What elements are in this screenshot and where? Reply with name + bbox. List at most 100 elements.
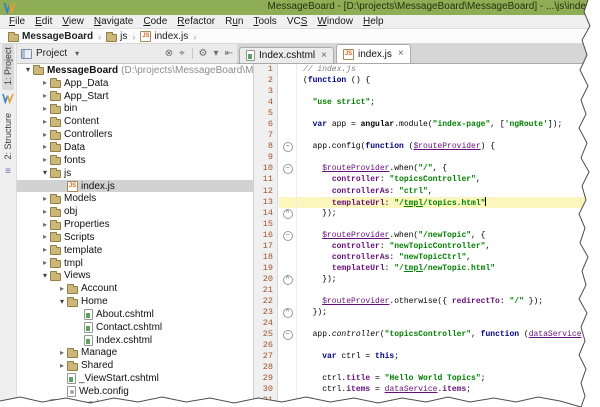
tree-row-fonts[interactable]: ▸fonts [17, 154, 253, 167]
code-line-9[interactable] [279, 152, 600, 163]
tab-index.cshtml[interactable]: Index.cshtml× [239, 47, 334, 63]
chevron-collapsed-icon[interactable]: ▸ [40, 142, 50, 152]
fold-close-icon[interactable]: ^ [279, 307, 297, 318]
tree-row-contact.cshtml[interactable]: Contact.cshtml [17, 321, 253, 334]
code-line-21[interactable] [279, 285, 600, 296]
code-line-30[interactable]: ctrl.items = dataService.items; [279, 384, 600, 395]
chevron-collapsed-icon[interactable]: ▸ [40, 232, 50, 242]
chevron-collapsed-icon[interactable]: ▸ [40, 155, 50, 165]
menu-run[interactable]: Run [220, 16, 248, 27]
tree-row-about.cshtml[interactable]: About.cshtml [17, 308, 253, 321]
menu-edit[interactable]: Edit [30, 16, 57, 27]
tree-row-properties[interactable]: ▸Properties [17, 218, 253, 231]
code-line-27[interactable]: var ctrl = this; [279, 351, 600, 362]
tree-row-app_start[interactable]: ▸App_Start [17, 90, 253, 103]
code-line-31[interactable] [279, 395, 600, 406]
tree-row-favicon.ico[interactable]: favicon.ico [17, 398, 253, 407]
code-line-4[interactable]: "use strict"; [279, 97, 600, 108]
chevron-collapsed-icon[interactable]: ▸ [40, 194, 50, 204]
tree-row-js[interactable]: ▾js [17, 167, 253, 180]
chevron-expanded-icon[interactable]: ▾ [23, 65, 33, 75]
code-line-26[interactable] [279, 340, 600, 351]
gear-caret-icon[interactable]: ▾ [210, 48, 222, 60]
code-line-11[interactable]: controller: "topicsController", [279, 174, 600, 185]
tree-row-controllers[interactable]: ▸Controllers [17, 128, 253, 141]
tree-row-_viewstart.cshtml[interactable]: _ViewStart.cshtml [17, 372, 253, 385]
fold-open-icon[interactable]: − [279, 329, 297, 340]
menu-help[interactable]: Help [358, 16, 389, 27]
chevron-collapsed-icon[interactable]: ▸ [57, 348, 67, 358]
chevron-down-icon[interactable]: ▾ [75, 49, 79, 58]
chevron-expanded-icon[interactable]: ▾ [57, 297, 67, 307]
tree-row-shared[interactable]: ▸Shared [17, 359, 253, 372]
tree-row-index.js[interactable]: JSindex.js [17, 180, 253, 193]
code-line-15[interactable] [279, 219, 600, 230]
fold-open-icon[interactable]: − [279, 163, 297, 174]
code-line-1[interactable]: // index.js [279, 64, 600, 75]
hide-panel-icon[interactable]: ⇤ [223, 48, 235, 60]
code-editor[interactable]: 1234567891011121314151617181920212223242… [254, 64, 600, 407]
settings-gear-icon[interactable]: ⚙ [197, 48, 209, 60]
fold-close-icon[interactable]: ^ [279, 274, 297, 285]
tool-window-button-project[interactable]: 1: Project [2, 44, 14, 90]
close-tab-icon[interactable]: × [398, 49, 404, 59]
chevron-collapsed-icon[interactable]: ▸ [40, 104, 50, 114]
fold-open-icon[interactable]: − [279, 141, 297, 152]
code-line-10[interactable]: − $routeProvider.when("/", { [279, 163, 600, 174]
code-line-25[interactable]: − app.controller("topicsController", fun… [279, 329, 600, 340]
chevron-collapsed-icon[interactable]: ▸ [40, 258, 50, 268]
tree-row-app_data[interactable]: ▸App_Data [17, 77, 253, 90]
tree-row-web.config[interactable]: Web.config [17, 385, 253, 398]
breadcrumb-item-messageboard[interactable]: MessageBoard [6, 31, 95, 42]
chevron-collapsed-icon[interactable]: ▸ [40, 220, 50, 230]
code-line-2[interactable]: (function () { [279, 75, 600, 86]
tree-row-data[interactable]: ▸Data [17, 141, 253, 154]
tree-row-models[interactable]: ▸Models [17, 192, 253, 205]
tree-row-manage[interactable]: ▸Manage [17, 347, 253, 360]
chevron-collapsed-icon[interactable]: ▸ [57, 284, 67, 294]
tree-row-messageboard[interactable]: ▾MessageBoard (D:\projects\MessageBoard\… [17, 64, 253, 77]
code-line-16[interactable]: − $routeProvider.when("/newTopic", { [279, 230, 600, 241]
code-line-13[interactable]: templateUrl: "/tmpl/topics.html" [279, 197, 600, 208]
code-line-19[interactable]: templateUrl: "/tmpl/newTopic.html" [279, 263, 600, 274]
code-line-18[interactable]: controllerAs: "newTopicCtrl", [279, 252, 600, 263]
code-line-23[interactable]: ^ }); [279, 307, 600, 318]
code-line-5[interactable] [279, 108, 600, 119]
fold-open-icon[interactable]: − [279, 230, 297, 241]
chevron-expanded-icon[interactable]: ▾ [40, 271, 50, 281]
tree-row-content[interactable]: ▸Content [17, 115, 253, 128]
tree-row-bin[interactable]: ▸bin [17, 103, 253, 116]
menu-window[interactable]: Window [312, 16, 358, 27]
menu-file[interactable]: File [4, 16, 30, 27]
code-line-24[interactable] [279, 318, 600, 329]
tree-row-obj[interactable]: ▸obj [17, 205, 253, 218]
close-circle-icon[interactable]: ⊗ [163, 48, 175, 60]
chevron-expanded-icon[interactable]: ▾ [40, 168, 50, 178]
code-line-22[interactable]: $routeProvider.otherwise({ redirectTo: "… [279, 296, 600, 307]
tool-window-button-structure[interactable]: 2: Structure [2, 110, 14, 165]
tree-row-index.cshtml[interactable]: Index.cshtml [17, 334, 253, 347]
tree-row-tmpl[interactable]: ▸tmpl [17, 257, 253, 270]
chevron-collapsed-icon[interactable]: ▸ [40, 130, 50, 140]
locate-icon[interactable]: ⌖ [176, 48, 188, 60]
menu-vcs[interactable]: VCS [282, 16, 313, 27]
tab-index.js[interactable]: JSindex.js× [336, 44, 411, 63]
menu-refactor[interactable]: Refactor [172, 16, 220, 27]
chevron-collapsed-icon[interactable]: ▸ [40, 245, 50, 255]
code-line-20[interactable]: ^ }); [279, 274, 600, 285]
code-line-29[interactable]: ctrl.title = "Hello World Topics"; [279, 373, 600, 384]
code-line-8[interactable]: − app.config(function ($routeProvider) { [279, 141, 600, 152]
code-line-12[interactable]: controllerAs: "ctrl", [279, 186, 600, 197]
chevron-collapsed-icon[interactable]: ▸ [40, 207, 50, 217]
code-line-17[interactable]: controller: "newTopicController", [279, 241, 600, 252]
code-line-14[interactable]: ^ }); [279, 208, 600, 219]
chevron-collapsed-icon[interactable]: ▸ [57, 361, 67, 371]
menu-tools[interactable]: Tools [248, 16, 281, 27]
code-line-7[interactable] [279, 130, 600, 141]
breadcrumb-item-js[interactable]: js [104, 31, 129, 42]
code-area[interactable]: // index.js(function () { "use strict"; … [279, 64, 600, 407]
menu-code[interactable]: Code [138, 16, 172, 27]
code-line-3[interactable] [279, 86, 600, 97]
code-line-6[interactable]: var app = angular.module("index-page", [… [279, 119, 600, 130]
menu-view[interactable]: View [57, 16, 89, 27]
